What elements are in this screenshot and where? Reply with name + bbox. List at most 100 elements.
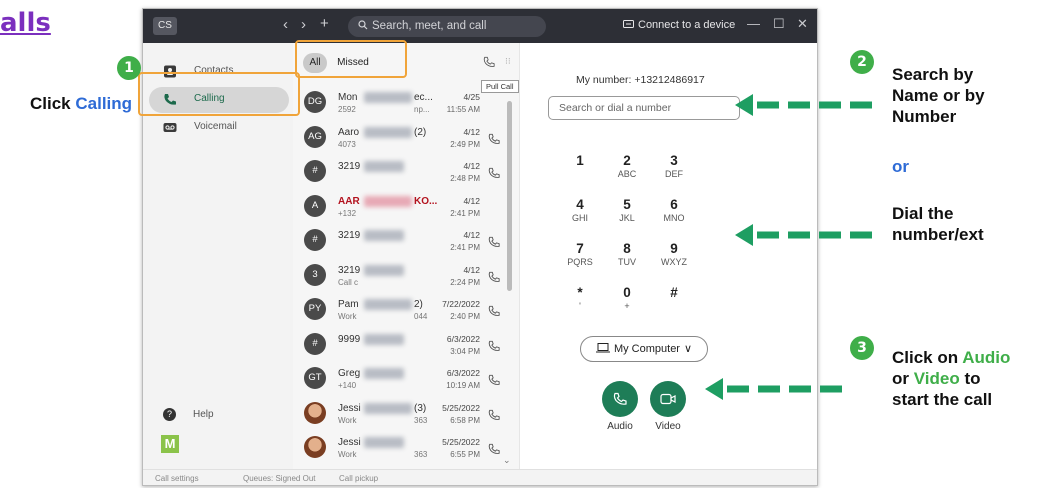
key-digit: 3 xyxy=(670,153,678,168)
keypad-key[interactable]: 7 PQRS xyxy=(560,241,600,267)
keypad-key[interactable]: 9 WXYZ xyxy=(654,241,694,267)
callback-icon[interactable] xyxy=(488,374,500,386)
keypad-key[interactable]: 1 xyxy=(560,153,600,169)
table-row[interactable]: #9999 6/3/2022 3:04 PM xyxy=(298,329,508,363)
chevron-down-icon: ∨ xyxy=(683,343,693,355)
avatar: GT xyxy=(304,367,326,389)
keypad-key[interactable]: # xyxy=(654,285,694,301)
row-time: 6:55 PM xyxy=(450,450,480,459)
audio-call-button[interactable] xyxy=(602,381,638,417)
row-subtitle: +132 xyxy=(338,208,357,218)
document-title-fragment: alls xyxy=(0,8,51,38)
dial-callout: Dial the number/ext xyxy=(892,203,984,245)
callback-icon[interactable] xyxy=(488,236,500,248)
step-1-badge: 1 xyxy=(117,56,141,80)
dial-search-input[interactable]: Search or dial a number xyxy=(548,96,740,120)
keypad-key[interactable]: 8 TUV xyxy=(607,241,647,267)
table-row[interactable]: AG Aaro (2) 4073 4/12 2:49 PM xyxy=(298,122,508,156)
row-subtitle-tail: 363 xyxy=(414,415,428,425)
device-selector[interactable]: My Computer ∨ xyxy=(580,336,708,362)
avatar: AG xyxy=(304,125,326,148)
table-row[interactable]: #3219 4/12 2:48 PM xyxy=(298,156,508,190)
row-name-tail: ec... xyxy=(414,92,433,103)
grid-icon[interactable]: ⁝⁝ xyxy=(505,56,511,67)
row-name: 9999 xyxy=(338,333,361,345)
call-callout-to: to xyxy=(959,369,981,388)
avatar: 3 xyxy=(304,263,326,286)
redaction-blur xyxy=(364,402,412,414)
key-digit: 0 xyxy=(623,285,631,300)
keypad-key[interactable]: 0 + xyxy=(607,285,647,311)
device-selector-label: My Computer xyxy=(613,343,680,355)
arrow-to-keypad xyxy=(735,224,875,246)
key-letters: ABC xyxy=(617,169,637,179)
back-icon[interactable]: ‹ xyxy=(283,16,288,33)
help-label[interactable]: Help xyxy=(193,409,214,420)
keypad-key[interactable]: 3 DEF xyxy=(654,153,694,179)
sidebar-item-voicemail[interactable]: Voicemail xyxy=(149,115,289,141)
callback-icon[interactable] xyxy=(488,443,500,455)
row-time: 10:19 AM xyxy=(446,381,480,390)
avatar: # xyxy=(304,160,326,182)
avatar: PY xyxy=(304,298,326,320)
table-row[interactable]: 3 3219 Call c 4/12 2:24 PM xyxy=(298,260,508,294)
row-time: 2:41 PM xyxy=(450,243,480,252)
callback-icon[interactable] xyxy=(488,340,500,352)
arrow-to-call-buttons xyxy=(705,378,845,400)
global-search-placeholder: Search, meet, and call xyxy=(372,20,487,32)
video-call-button[interactable] xyxy=(650,381,686,417)
queues-status-link[interactable]: Queues: Signed Out xyxy=(243,474,316,483)
avatar xyxy=(304,436,326,458)
table-row[interactable]: A AAR KO... +132 4/12 2:41 PM xyxy=(298,191,508,225)
help-icon[interactable]: ? xyxy=(163,408,176,421)
callback-icon[interactable] xyxy=(488,271,500,283)
call-pickup-link[interactable]: Call pickup xyxy=(339,474,378,483)
maximize-icon[interactable]: ☐ xyxy=(773,16,785,32)
row-name-tail: 2) xyxy=(414,299,423,310)
search-callout-line: Search by xyxy=(892,65,974,84)
table-row[interactable]: Jessi (3) Work 363 5/25/2022 6:58 PM xyxy=(298,398,508,432)
search-callout: Search by Name or by Number xyxy=(892,64,985,127)
row-name: Greg xyxy=(338,368,361,379)
row-time: 3:04 PM xyxy=(450,346,480,356)
table-row[interactable]: GT Greg +140 6/3/2022 10:19 AM xyxy=(298,363,508,397)
keypad-key[interactable]: 2 ABC xyxy=(607,153,647,179)
global-search-input[interactable]: Search, meet, and call xyxy=(348,16,546,37)
keypad-key[interactable]: 6 MNO xyxy=(654,197,694,223)
search-callout-line: Number xyxy=(892,107,957,126)
table-row[interactable]: DG Mon ec... 2592 np... 4/25 11:55 AM xyxy=(298,87,508,121)
keypad-key[interactable]: 5 JKL xyxy=(607,197,647,223)
row-time: 2:24 PM xyxy=(450,277,480,287)
key-letters: WXYZ xyxy=(661,257,687,267)
redaction-blur xyxy=(364,299,412,310)
table-row[interactable]: #3219 4/12 2:41 PM xyxy=(298,225,508,259)
callback-icon[interactable] xyxy=(488,409,500,421)
call-callout-line: start the call xyxy=(892,390,993,409)
table-row[interactable]: Jessi Work 363 5/25/2022 6:55 PM xyxy=(298,432,508,466)
arrow-to-search xyxy=(735,94,875,116)
row-name: 3219 xyxy=(338,230,361,241)
keypad-key[interactable]: * ' xyxy=(560,285,600,311)
title-bar: CS ‹ › + Search, meet, and call Connect … xyxy=(143,9,817,43)
keypad-key[interactable]: 4 GHI xyxy=(560,197,600,223)
forward-icon[interactable]: › xyxy=(301,16,306,33)
user-avatar[interactable]: CS xyxy=(153,17,177,35)
row-name: 3219 xyxy=(338,264,361,276)
callback-icon[interactable] xyxy=(488,305,500,317)
list-scrollbar[interactable] xyxy=(507,101,512,291)
search-icon xyxy=(358,20,368,30)
add-icon[interactable]: + xyxy=(320,15,329,32)
callback-icon[interactable] xyxy=(488,167,500,179)
callback-icon[interactable] xyxy=(488,133,500,145)
close-icon[interactable]: ✕ xyxy=(797,16,808,32)
minimize-icon[interactable]: — xyxy=(747,16,760,31)
table-row[interactable]: PY Pam 2) Work 044 7/22/2022 2:40 PM xyxy=(298,294,508,328)
pull-call-icon[interactable] xyxy=(483,56,495,68)
scroll-down-icon[interactable]: ⌄ xyxy=(503,455,511,466)
call-callout: Click on Audio or Video to start the cal… xyxy=(892,347,1010,410)
key-digit: 6 xyxy=(670,197,678,212)
call-settings-link[interactable]: Call settings xyxy=(155,474,199,483)
row-subtitle: Work xyxy=(338,450,357,459)
connect-device-button[interactable]: Connect to a device xyxy=(623,19,735,31)
row-name-tail: KO... xyxy=(414,195,438,207)
